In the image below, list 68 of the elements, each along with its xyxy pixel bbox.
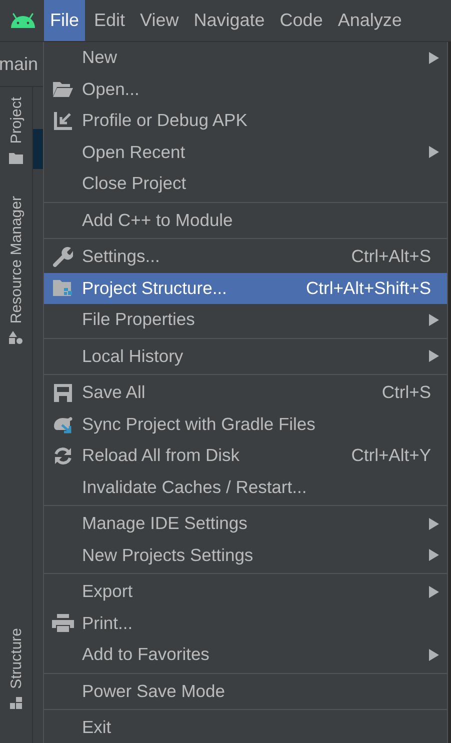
menu-bar-item[interactable]: View (134, 0, 185, 41)
menu-item[interactable]: Close Project (44, 168, 447, 200)
reload-icon (53, 446, 73, 466)
menu-item[interactable]: Project Structure... Ctrl+Alt+Shift+S (44, 272, 447, 304)
menu-item[interactable]: Local History (44, 340, 447, 372)
menu-item[interactable]: Reload All from Disk Ctrl+Alt+Y (44, 440, 447, 472)
shapes-icon (9, 331, 23, 344)
menu-item[interactable]: Save All Ctrl+S (44, 377, 447, 408)
menu-item[interactable]: New Projects Settings (44, 540, 447, 571)
menu-item[interactable]: Exit (44, 712, 447, 743)
open-folder-icon (53, 82, 73, 97)
menu-item-label: Open... (82, 78, 140, 100)
menu-item[interactable]: Manage IDE Settings (44, 508, 447, 540)
arrow-into-corner-icon (54, 112, 72, 130)
menu-item[interactable]: Invalidate Caches / Restart... (44, 472, 447, 503)
menu-item-label: Local History (82, 346, 184, 367)
menu-item-label: Open Recent (82, 142, 186, 163)
menu-item-label: Close Project (82, 173, 188, 194)
menu-item-label: Add to Favorites (82, 644, 210, 666)
project-structure-icon (53, 280, 73, 296)
folder-icon (9, 152, 23, 164)
selected-row-highlight (33, 129, 43, 169)
menu-item-label: Save All (82, 382, 146, 404)
menu-item[interactable]: File Properties (44, 304, 447, 336)
menu-item-label: Exit (82, 717, 112, 738)
blocks-icon (10, 697, 22, 709)
menu-item[interactable]: Print... (44, 608, 447, 639)
menu-item[interactable]: Sync Project with Gradle Files (44, 408, 447, 440)
menu-item-label: Invalidate Caches / Restart... (82, 476, 308, 498)
menu-item-label: Sync Project with Gradle Files (82, 414, 316, 435)
menu-item[interactable]: Add C++ to Module (44, 204, 447, 236)
shortcut-text: Ctrl+Alt+Y (351, 445, 431, 466)
tool-window-button[interactable]: Structure (8, 628, 24, 689)
editor-tab[interactable]: main (0, 54, 38, 74)
menu-item[interactable]: Settings... Ctrl+Alt+S (44, 241, 447, 272)
menu-bar-item[interactable]: Navigate (188, 0, 271, 41)
menu-item-label: File Properties (82, 309, 196, 330)
menu-item-label: New (82, 47, 118, 68)
menu-item-label: Print... (82, 612, 134, 634)
shortcut-text: Ctrl+Alt+S (351, 246, 431, 268)
menu-item-label: Add C++ to Module (82, 210, 234, 231)
tool-window-button[interactable]: Project (8, 97, 24, 144)
elephant-sync-icon (52, 414, 74, 434)
menu-item-label: Reload All from Disk (82, 445, 241, 466)
menu-item-label: New Projects Settings (82, 544, 254, 566)
menu-item-label: Profile or Debug APK (82, 110, 248, 132)
menu-item[interactable]: Export (44, 576, 447, 608)
tool-window-button[interactable]: Resource Manager (8, 196, 24, 324)
menu-item[interactable]: Open Recent (44, 136, 447, 168)
menu-item-label: Manage IDE Settings (82, 513, 248, 534)
shortcut-text: Ctrl+S (382, 382, 431, 404)
menu-bar-item[interactable]: File (44, 0, 86, 41)
menu-bar-item[interactable]: Analyze (332, 0, 408, 41)
menu-item-label: Settings... (82, 246, 161, 268)
menu-bar-item[interactable]: Code (274, 0, 329, 41)
menu-item-label: Export (82, 581, 134, 602)
android-logo-icon (10, 12, 36, 28)
menu-item[interactable]: Open... (44, 74, 447, 105)
shortcut-text: Ctrl+Alt+Shift+S (306, 278, 431, 299)
menu-item[interactable]: Profile or Debug APK (44, 105, 447, 136)
menu-item[interactable]: Power Save Mode (44, 676, 447, 707)
printer-icon (52, 614, 74, 632)
menu-item-label: Power Save Mode (82, 680, 226, 702)
menu-item[interactable]: New (44, 42, 447, 74)
menu-item[interactable]: Add to Favorites (44, 639, 447, 670)
menu-bar-item[interactable]: Edit (88, 0, 132, 41)
wrench-icon (53, 246, 73, 267)
menu-item-label: Project Structure... (82, 278, 228, 299)
